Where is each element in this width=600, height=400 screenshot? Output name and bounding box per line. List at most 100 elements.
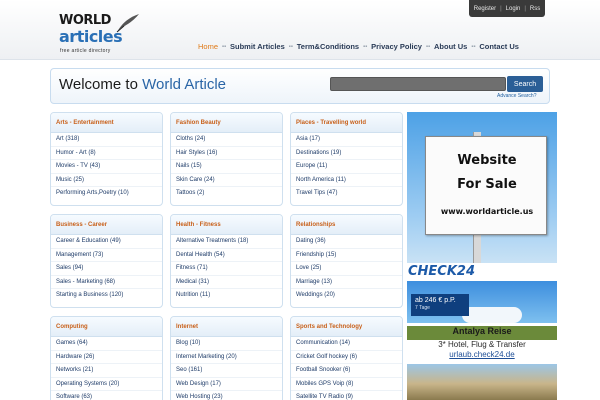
nav-separator: ▪▪ [425, 43, 431, 50]
category-list: Cloths (24) Hair Styles (16) Nails (15) Ski… [171, 133, 282, 201]
category-list: Blog (10) Internet Marketing (20) Seo (161… [171, 337, 282, 400]
category-title[interactable]: Sports and Technology [291, 317, 402, 337]
category-link[interactable]: North America (11) [291, 174, 402, 187]
category-link[interactable]: Football Snooker (6) [291, 364, 402, 378]
ad-link[interactable]: urlaub.check24.de [407, 350, 557, 359]
category-link[interactable]: Sales (94) [51, 262, 162, 276]
category-link[interactable]: Dating (36) [291, 235, 402, 249]
category-title[interactable]: Arts - Entertainment [51, 113, 162, 133]
register-link[interactable]: Register [474, 6, 496, 12]
category-link[interactable]: Tattoos (2) [171, 187, 282, 201]
nav-submit-articles[interactable]: Submit Articles [230, 42, 285, 51]
category-link[interactable]: Friendship (15) [291, 249, 402, 262]
category-link[interactable]: Blog (10) [171, 337, 282, 351]
category-link[interactable]: Skin Care (24) [171, 174, 282, 187]
category-box: Relationships Dating (36) Friendship (15) L… [290, 214, 403, 308]
search-button[interactable]: Search [507, 76, 543, 92]
separator: | [500, 5, 502, 12]
ad-photo-ruins [407, 364, 557, 400]
category-title[interactable]: Business - Career [51, 215, 162, 235]
category-link[interactable]: Fitness (71) [171, 262, 282, 276]
category-link[interactable]: Web Design (17) [171, 378, 282, 391]
category-title[interactable]: Relationships [291, 215, 402, 235]
search-input[interactable] [330, 77, 506, 91]
category-link[interactable]: Cricket Golf hockey (6) [291, 351, 402, 364]
category-box: Arts - Entertainment Art (318) Humor - Art… [50, 112, 163, 206]
category-title[interactable]: Places - Travelling world [291, 113, 402, 133]
category-link[interactable]: Networks (21) [51, 364, 162, 378]
category-title[interactable]: Internet [171, 317, 282, 337]
category-link[interactable]: Destinations (19) [291, 147, 402, 160]
nav-separator: ▪▪ [362, 43, 368, 50]
category-link[interactable]: Nutrition (11) [171, 289, 282, 303]
category-link[interactable]: Alternative Treatments (18) [171, 235, 282, 249]
site-logo[interactable]: WORLD articles free article directory [57, 13, 147, 57]
category-list: Art (318) Humor - Art (8) Movies - TV (43)… [51, 133, 162, 201]
nav-separator: ▪▪ [471, 43, 476, 50]
ad-days: 7 Tage [415, 305, 430, 311]
category-list: Dating (36) Friendship (15) Love (25) Marri… [291, 235, 402, 303]
category-list: Games (64) Hardware (26) Networks (21) Oper… [51, 337, 162, 400]
nav-terms-conditions[interactable]: Term&Conditions [297, 42, 359, 51]
category-link[interactable]: Art (318) [51, 133, 162, 147]
category-link[interactable]: Seo (161) [171, 364, 282, 378]
category-link[interactable]: Sales - Marketing (68) [51, 276, 162, 289]
category-link[interactable]: Asia (17) [291, 133, 402, 147]
category-link[interactable]: Management (73) [51, 249, 162, 262]
category-link[interactable]: Love (25) [291, 262, 402, 276]
category-link[interactable]: Internet Marketing (20) [171, 351, 282, 364]
separator: | [524, 5, 526, 12]
category-link[interactable]: Europe (11) [291, 160, 402, 174]
category-link[interactable]: Mobiles GPS Voip (8) [291, 378, 402, 391]
logo-text-world: WORLD [59, 13, 111, 28]
welcome-site-name: World Article [142, 76, 227, 93]
category-link[interactable]: Hardware (26) [51, 351, 162, 364]
category-link[interactable]: Performing Arts,Poetry (10) [51, 187, 162, 201]
nav-home[interactable]: Home [198, 42, 218, 51]
check24-travel-ad[interactable]: CHECK24 ab 246 € p.P. 7 Tage Antalya Rei… [407, 264, 557, 400]
category-link[interactable]: Games (64) [51, 337, 162, 351]
sale-sign-line-1: Website [457, 153, 517, 168]
category-list: Communication (14) Cricket Golf hockey (6… [291, 337, 402, 400]
category-title[interactable]: Fashion Beauty [171, 113, 282, 133]
nav-about-us[interactable]: About Us [434, 42, 467, 51]
advanced-search-link[interactable]: Advance Search? [497, 93, 536, 99]
category-link[interactable]: Web Hosting (23) [171, 391, 282, 400]
category-link[interactable]: Operating Systems (20) [51, 378, 162, 391]
category-link[interactable]: Software (63) [51, 391, 162, 400]
website-for-sale-ad[interactable]: Website For Sale www.worldarticle.us [407, 112, 557, 263]
top-links-bar: Register | Login | Rss [469, 0, 545, 17]
login-link[interactable]: Login [506, 6, 521, 12]
category-list: Alternative Treatments (18) Dental Health… [171, 235, 282, 303]
category-link[interactable]: Career & Education (49) [51, 235, 162, 249]
category-link[interactable]: Marriage (13) [291, 276, 402, 289]
category-box: Sports and Technology Communication (14) C… [290, 316, 403, 400]
category-link[interactable]: Humor - Art (8) [51, 147, 162, 160]
category-link[interactable]: Weddings (20) [291, 289, 402, 303]
category-link[interactable]: Dental Health (54) [171, 249, 282, 262]
welcome-panel: Welcome to World Article Search Advance … [50, 68, 550, 104]
category-title[interactable]: Computing [51, 317, 162, 337]
category-link[interactable]: Medical (31) [171, 276, 282, 289]
category-link[interactable]: Travel Tips (47) [291, 187, 402, 201]
category-link[interactable]: Satellite TV Radio (9) [291, 391, 402, 400]
category-box: Computing Games (64) Hardware (26) Networks… [50, 316, 163, 400]
category-link[interactable]: Nails (15) [171, 160, 282, 174]
category-link[interactable]: Music (25) [51, 174, 162, 187]
rss-link[interactable]: Rss [530, 6, 540, 12]
category-link[interactable]: Starting a Business (120) [51, 289, 162, 303]
category-link[interactable]: Communication (14) [291, 337, 402, 351]
sale-sign: Website For Sale www.worldarticle.us [425, 136, 547, 235]
quill-pen-icon [116, 14, 139, 33]
ad-price: ab 246 € p.P. [415, 297, 456, 304]
nav-privacy-policy[interactable]: Privacy Policy [371, 42, 422, 51]
nav-contact-us[interactable]: Contact Us [479, 42, 519, 51]
category-list: Asia (17) Destinations (19) Europe (11) Nor… [291, 133, 402, 201]
category-link[interactable]: Movies - TV (43) [51, 160, 162, 174]
category-link[interactable]: Cloths (24) [171, 133, 282, 147]
category-title[interactable]: Health - Fitness [171, 215, 282, 235]
category-link[interactable]: Hair Styles (16) [171, 147, 282, 160]
page-title: Welcome to World Article [59, 76, 226, 93]
sale-sign-url: www.worldarticle.us [440, 207, 534, 216]
category-box: Places - Travelling world Asia (17) Destin… [290, 112, 403, 206]
